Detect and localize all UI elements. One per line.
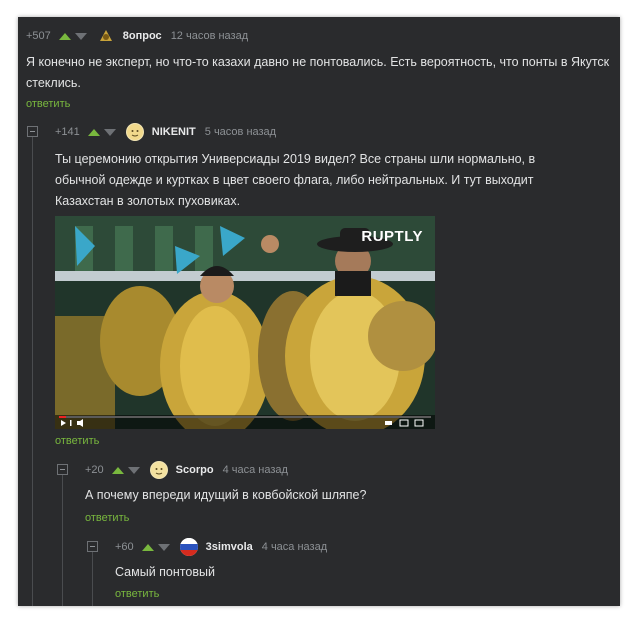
next-icon <box>70 420 72 426</box>
upvote-icon[interactable] <box>141 543 154 551</box>
theater-icon <box>399 419 409 427</box>
downvote-icon[interactable] <box>127 466 140 474</box>
comment-rating: +20 <box>85 464 104 476</box>
volume-icon <box>77 419 83 427</box>
comments-panel: +507 8опрос 12 часов назад Я конечно не … <box>18 17 620 606</box>
comment-text: Я конечно не эксперт, но что-то казахи д… <box>26 55 610 90</box>
comment-text: Самый понтовый <box>115 565 215 579</box>
comment-author[interactable]: Scorpo <box>176 464 214 476</box>
reply-link[interactable]: ответить <box>55 435 99 447</box>
reply-link[interactable]: ответить <box>85 512 129 524</box>
upvote-icon[interactable] <box>111 466 124 474</box>
comment-time: 12 часов назад <box>170 30 249 42</box>
avatar[interactable] <box>149 461 168 479</box>
comment-text: А почему впереди идущий в ковбойской шля… <box>85 488 367 502</box>
comment-time: 4 часа назад <box>261 541 328 553</box>
comment-thread: +507 8опрос 12 часов назад Я конечно не … <box>18 17 620 606</box>
comment-time: 4 часа назад <box>222 464 288 476</box>
thread-line[interactable] <box>62 475 63 606</box>
video-controls[interactable] <box>55 415 435 429</box>
comment-time: 5 часов назад <box>204 126 277 138</box>
downvote-icon[interactable] <box>74 32 87 40</box>
avatar[interactable] <box>125 123 144 141</box>
settings-icon <box>385 421 392 425</box>
play-icon <box>61 420 66 426</box>
comment-header: +507 8опрос 12 часов назад <box>26 27 248 45</box>
thread-line[interactable] <box>92 551 93 606</box>
comment-text: Ты церемонию открытия Универсиады 2019 в… <box>55 152 536 208</box>
thread-line[interactable] <box>32 137 33 606</box>
comment-rating: +141 <box>55 126 80 138</box>
comment-author[interactable]: 3simvola <box>206 541 253 553</box>
comment-header: +60 3simvola 4 часа назад <box>115 538 327 556</box>
downvote-icon[interactable] <box>103 128 116 136</box>
fullscreen-icon <box>414 419 424 427</box>
comment-header: +20 Scorpo 4 часа назад <box>85 461 288 479</box>
comment-header: +141 NIKENIT 5 часов назад <box>55 123 276 141</box>
reply-link[interactable]: ответить <box>115 588 159 600</box>
video-player[interactable]: RUPTLY <box>55 216 435 429</box>
video-control-icons <box>61 419 424 427</box>
avatar[interactable] <box>179 538 198 556</box>
comment-author[interactable]: 8опрос <box>123 30 162 42</box>
downvote-icon[interactable] <box>157 543 170 551</box>
collapse-icon[interactable] <box>57 464 68 475</box>
video-frame <box>55 216 435 429</box>
collapse-icon[interactable] <box>87 541 98 552</box>
video-watermark: RUPTLY <box>361 228 423 245</box>
comment-rating: +60 <box>115 541 134 553</box>
reply-link[interactable]: ответить <box>26 98 70 110</box>
avatar[interactable] <box>97 27 115 45</box>
comment-author[interactable]: NIKENIT <box>152 126 196 138</box>
upvote-icon[interactable] <box>58 32 71 40</box>
comment-rating: +507 <box>26 30 51 42</box>
upvote-icon[interactable] <box>87 128 100 136</box>
collapse-icon[interactable] <box>27 126 38 137</box>
